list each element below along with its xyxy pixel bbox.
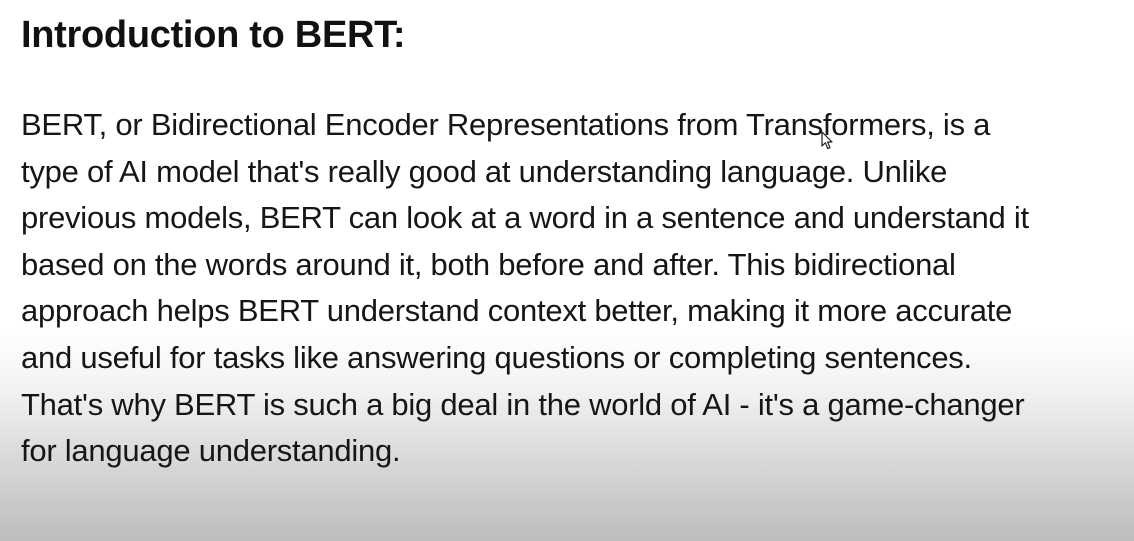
page-title: Introduction to BERT: — [21, 14, 406, 56]
paragraph-line: previous models, BERT can look at a word… — [21, 200, 1029, 236]
mouse-pointer-icon — [821, 131, 833, 150]
document-view: { "document": { "title": "Introduction t… — [0, 0, 1134, 541]
paragraph-line: BERT, or Bidirectional Encoder Represent… — [21, 107, 991, 142]
paragraph-line: for language understanding. — [21, 433, 401, 469]
paragraph-line: That's why BERT is such a big deal in th… — [21, 386, 1025, 422]
paragraph-line: type of AI model that's really good at u… — [21, 153, 948, 189]
paragraph-line: approach helps BERT understand context b… — [21, 293, 1013, 329]
paragraph: BERT, or Bidirectional Encoder Represent… — [21, 102, 1128, 475]
slide-content: Introduction to BERT: BERT, or Bidirecti… — [21, 0, 1128, 541]
paragraph-line: and useful for tasks like answering ques… — [21, 339, 972, 375]
paragraph-line: based on the words around it, both befor… — [21, 246, 956, 282]
